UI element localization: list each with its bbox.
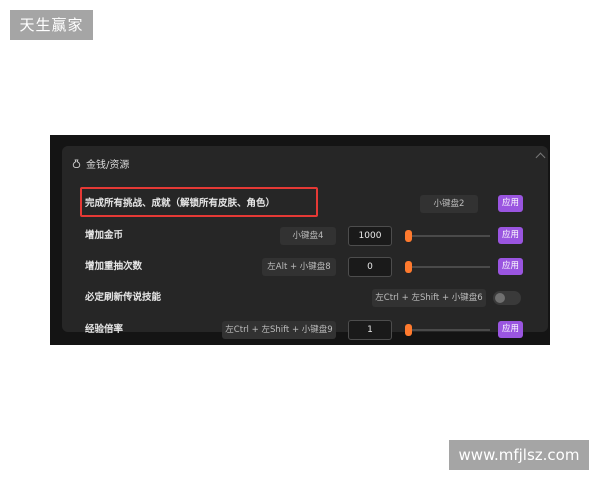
gold-amount-input[interactable]: 1000 <box>348 226 392 246</box>
hotkey-badge: 左Ctrl + 左Shift + 小键盘9 <box>222 321 336 339</box>
hotkey-badge: 小键盘2 <box>420 195 478 213</box>
hotkey-badge: 小键盘4 <box>280 227 336 245</box>
toggle-knob <box>495 293 505 303</box>
row-add-gold: 增加金币 小键盘4 1000 应用 <box>62 224 548 248</box>
row-add-rerolls: 增加重抽次数 左Alt + 小键盘8 0 应用 <box>62 255 548 279</box>
hotkey-badge: 左Ctrl + 左Shift + 小键盘6 <box>372 289 486 307</box>
gold-slider-track[interactable] <box>405 235 490 237</box>
section-header[interactable]: 金钱/资源 <box>72 155 129 171</box>
row-exp-multiplier: 经验倍率 左Ctrl + 左Shift + 小键盘9 1 应用 <box>62 318 548 342</box>
exp-slider-thumb[interactable] <box>405 324 412 336</box>
resources-panel: 金钱/资源 完成所有挑战、成就（解锁所有皮肤、角色） 小键盘2 应用 增加金币 … <box>62 146 548 340</box>
exp-slider-track[interactable] <box>405 329 490 331</box>
row-label: 增加重抽次数 <box>85 261 143 272</box>
row-legendary-refresh: 必定刷新传说技能 左Ctrl + 左Shift + 小键盘6 <box>62 286 548 310</box>
row-label: 增加金币 <box>85 230 124 241</box>
gold-slider-thumb[interactable] <box>405 230 412 242</box>
row-label: 必定刷新传说技能 <box>85 292 162 303</box>
apply-button[interactable]: 应用 <box>498 321 523 338</box>
exp-multiplier-input[interactable]: 1 <box>348 320 392 340</box>
collapse-chevron-icon[interactable] <box>535 152 546 163</box>
reroll-count-input[interactable]: 0 <box>348 257 392 277</box>
section-title: 金钱/资源 <box>86 159 130 171</box>
reroll-slider-thumb[interactable] <box>405 261 412 273</box>
money-bag-icon <box>72 158 81 168</box>
apply-button[interactable]: 应用 <box>498 258 523 275</box>
apply-button[interactable]: 应用 <box>498 227 523 244</box>
legendary-toggle[interactable] <box>493 291 521 305</box>
watermark-top-left: 天生赢家 <box>10 10 93 40</box>
hotkey-badge: 左Alt + 小键盘8 <box>262 258 336 276</box>
reroll-slider-track[interactable] <box>405 266 490 268</box>
apply-button[interactable]: 应用 <box>498 195 523 212</box>
highlight-box <box>80 187 318 217</box>
watermark-bottom-right: www.mfjlsz.com <box>449 440 589 470</box>
app-screenshot: 金钱/资源 完成所有挑战、成就（解锁所有皮肤、角色） 小键盘2 应用 增加金币 … <box>50 135 550 345</box>
row-label: 经验倍率 <box>85 324 124 335</box>
